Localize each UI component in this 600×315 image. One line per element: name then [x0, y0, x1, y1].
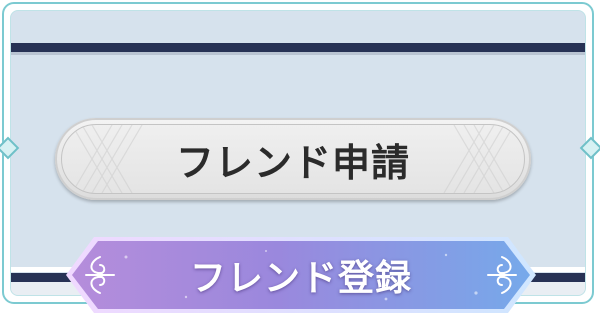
top-divider-bar [11, 43, 585, 52]
friend-request-button-face: フレンド申請 [61, 124, 525, 194]
banner-title: フレンド登録 [189, 258, 412, 299]
friend-request-label: フレンド申請 [175, 140, 410, 185]
friend-register-dialog: フレンド申請 フレンド登録 [0, 0, 600, 315]
top-divider-shadow [11, 52, 585, 55]
friend-request-button[interactable]: フレンド申請 [55, 118, 531, 200]
title-banner: フレンド登録 [66, 237, 536, 313]
